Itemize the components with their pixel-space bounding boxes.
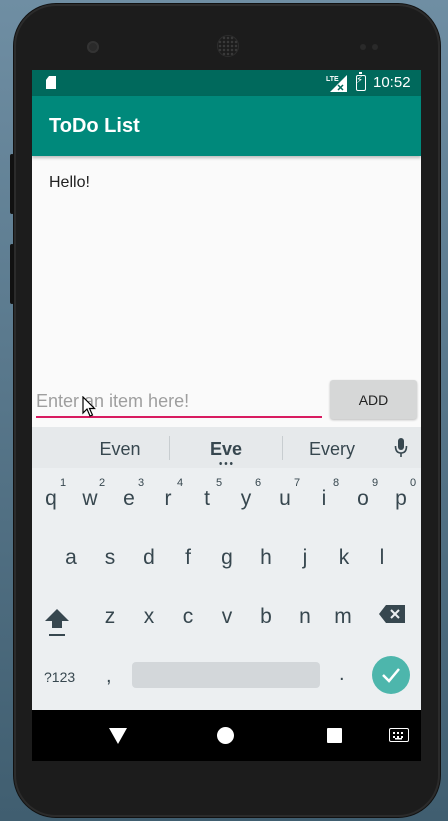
key-d[interactable]: d xyxy=(134,546,164,570)
key-c[interactable]: c xyxy=(173,605,203,629)
sensor-icon xyxy=(360,44,366,50)
key-u[interactable]: u xyxy=(270,487,300,511)
volume-button xyxy=(10,244,14,304)
key-a[interactable]: a xyxy=(56,546,86,570)
app-title: ToDo List xyxy=(49,115,140,137)
suggestion-center[interactable]: Eve xyxy=(176,439,276,460)
key-z[interactable]: z xyxy=(95,605,125,629)
key-l[interactable]: l xyxy=(367,546,397,570)
spacebar[interactable] xyxy=(132,662,320,688)
home-icon[interactable] xyxy=(217,727,234,744)
suggestion-left[interactable]: Even xyxy=(70,439,170,460)
app-bar: ToDo List xyxy=(32,96,421,156)
todo-list[interactable]: Hello! xyxy=(32,160,421,375)
key-m[interactable]: m xyxy=(328,605,358,629)
key-g[interactable]: g xyxy=(212,546,242,570)
sensor-icon xyxy=(372,44,378,50)
enter-key[interactable] xyxy=(372,656,410,694)
suggestion-right[interactable]: Every xyxy=(282,439,382,460)
key-h[interactable]: h xyxy=(251,546,281,570)
key-i[interactable]: i xyxy=(309,487,339,511)
key-e[interactable]: e xyxy=(114,487,144,511)
suggestion-divider xyxy=(169,436,170,460)
navigation-bar xyxy=(32,710,421,761)
key-t[interactable]: t xyxy=(192,487,222,511)
key-x[interactable]: x xyxy=(134,605,164,629)
list-item[interactable]: Hello! xyxy=(49,174,90,192)
key-b[interactable]: b xyxy=(251,605,281,629)
key-y[interactable]: y xyxy=(231,487,261,511)
key-k[interactable]: k xyxy=(329,546,359,570)
key-w[interactable]: w xyxy=(75,487,105,511)
back-icon[interactable] xyxy=(109,728,127,744)
network-type-label: LTE xyxy=(326,76,339,83)
symbols-key[interactable]: ?123 xyxy=(44,669,75,685)
key-q[interactable]: q xyxy=(36,487,66,511)
keyboard-switch-icon[interactable] xyxy=(389,728,409,742)
soft-keyboard: Even Eve Every 1 q 2 w 3 e 4 r 5 t 6 y 7… xyxy=(32,427,421,710)
recents-icon[interactable] xyxy=(327,728,342,743)
front-camera-icon xyxy=(87,41,99,53)
key-j[interactable]: j xyxy=(290,546,320,570)
key-v[interactable]: v xyxy=(212,605,242,629)
device-screen: LTE 10:52 ToDo List Hello! ADD Even Eve … xyxy=(32,70,421,761)
power-button xyxy=(10,154,14,214)
checkmark-icon xyxy=(382,668,400,683)
status-bar: LTE 10:52 xyxy=(32,70,421,96)
shift-icon[interactable] xyxy=(44,607,70,637)
key-p[interactable]: p xyxy=(386,487,416,511)
key-s[interactable]: s xyxy=(95,546,125,570)
mouse-pointer-icon xyxy=(82,396,96,417)
comma-key[interactable]: , xyxy=(106,665,112,688)
key-o[interactable]: o xyxy=(348,487,378,511)
status-time: 10:52 xyxy=(373,74,411,91)
add-button[interactable]: ADD xyxy=(330,380,417,419)
sd-card-icon xyxy=(46,76,56,89)
period-key[interactable]: . xyxy=(339,663,345,686)
key-f[interactable]: f xyxy=(173,546,203,570)
item-input[interactable] xyxy=(36,386,322,418)
more-suggestions-icon[interactable] xyxy=(218,462,234,465)
microphone-icon[interactable] xyxy=(394,437,408,459)
key-n[interactable]: n xyxy=(290,605,320,629)
key-r[interactable]: r xyxy=(153,487,183,511)
signal-icon: LTE xyxy=(326,75,347,92)
suggestion-strip: Even Eve Every xyxy=(32,427,421,468)
battery-charging-icon xyxy=(356,72,366,91)
backspace-icon[interactable] xyxy=(378,604,406,624)
earpiece-speaker-icon xyxy=(217,35,239,57)
